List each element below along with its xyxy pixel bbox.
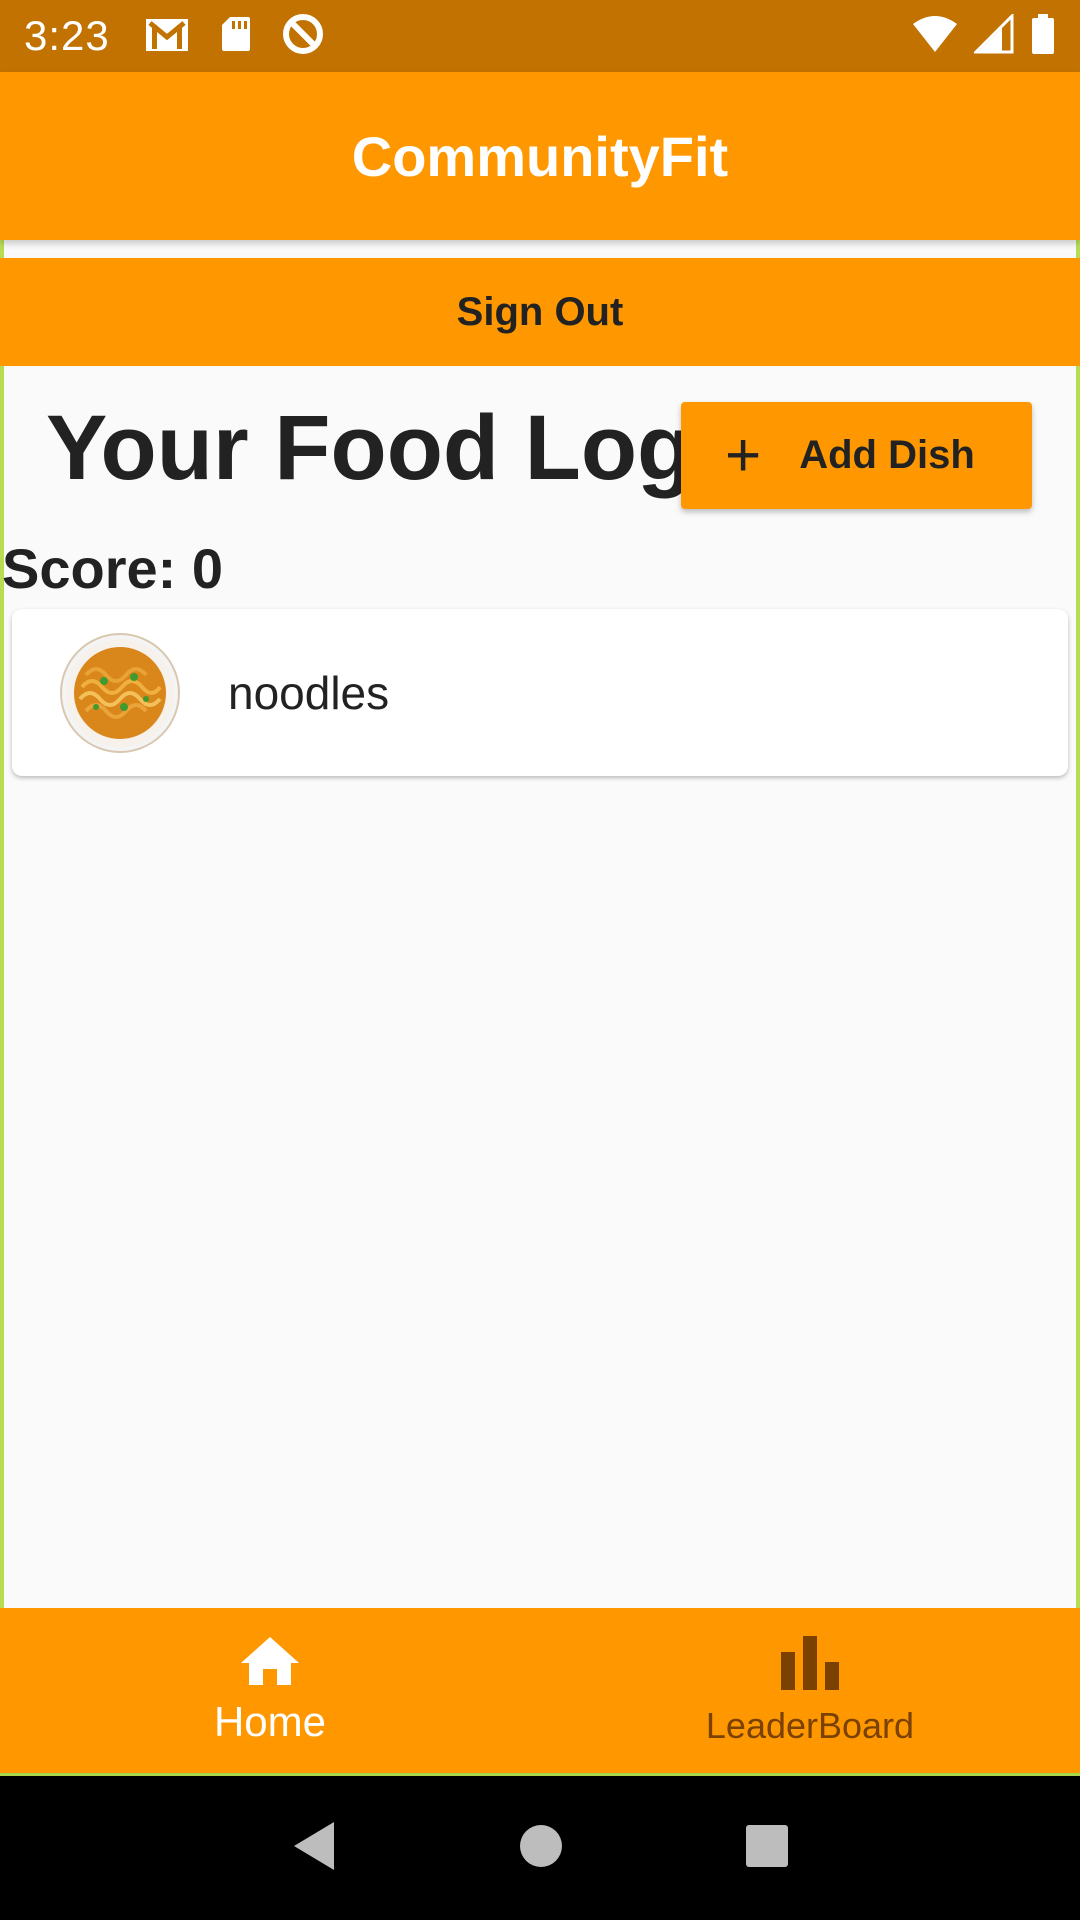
system-navigation-bar <box>0 1776 1080 1920</box>
back-icon[interactable] <box>290 1820 338 1877</box>
dish-name: noodles <box>228 666 390 719</box>
dish-thumbnail <box>60 632 180 753</box>
app-bar: CommunityFit <box>0 72 1080 240</box>
sign-out-button[interactable]: Sign Out <box>0 258 1080 366</box>
page-title: Your Food Log <box>46 397 694 499</box>
wifi-icon <box>912 14 958 59</box>
recents-icon[interactable] <box>744 1823 790 1874</box>
score-label: Score: 0 <box>2 537 223 600</box>
plus-icon: + <box>725 420 762 490</box>
bar-chart-icon <box>779 1634 841 1695</box>
add-dish-button[interactable]: + Add Dish <box>681 402 1032 509</box>
status-left-icons <box>144 13 324 60</box>
nav-label-leaderboard: LeaderBoard <box>705 1705 915 1746</box>
status-bar: 3:23 <box>0 0 1080 72</box>
bottom-navigation: Home LeaderBoard <box>0 1608 1080 1776</box>
do-not-disturb-icon <box>282 13 324 60</box>
sd-card-icon <box>220 15 252 58</box>
home-icon <box>239 1635 301 1692</box>
nav-item-leaderboard[interactable]: LeaderBoard <box>540 1608 1080 1773</box>
status-right-icons <box>912 11 1056 60</box>
cell-signal-icon <box>972 11 1014 59</box>
status-time: 3:23 <box>24 12 110 59</box>
noodles-plate-image <box>66 638 174 747</box>
home-circle-icon[interactable] <box>518 1823 564 1874</box>
list-item[interactable]: noodles <box>12 609 1068 776</box>
nav-label-home: Home <box>213 1698 327 1745</box>
gmail-icon <box>144 15 190 58</box>
add-dish-label: Add Dish <box>799 433 975 477</box>
nav-item-home[interactable]: Home <box>0 1608 540 1773</box>
app-title: CommunityFit <box>351 124 729 188</box>
battery-icon <box>1030 13 1056 60</box>
